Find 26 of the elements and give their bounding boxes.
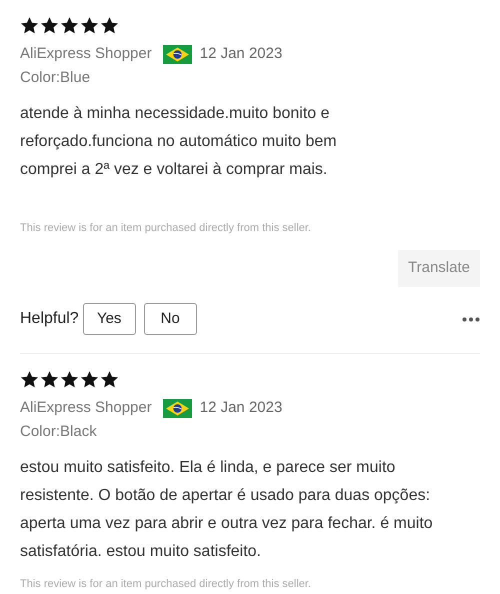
star-icon [80,370,99,389]
review-date: 12 Jan 2023 [200,44,282,64]
product-variant: Color:Blue [20,68,90,88]
review-text: estou muito satisfeito. Ela é linda, e parece ser muito resistente. O botão de apertar é usado para duas opções: aperta uma vez para abrir e outra vez para fechar. é muito satisfatória. estou muito satisfeito. [20,458,433,562]
star-icon [40,370,59,389]
flag-icon [162,398,192,418]
flag-icon [162,44,192,64]
vote-button[interactable]: Yes [82,303,136,335]
star-icon [20,16,39,35]
review-date: 12 Jan 2023 [200,398,282,418]
purchase-note: This review is for an item purchased directly from this seller. [20,576,311,592]
author-name: AliExpress Shopper [20,398,152,418]
author-name: AliExpress Shopper [20,44,152,64]
star-icon [80,16,99,35]
review-text: atende à minha necessidade.muito bonito e reforçado.funciona no automático muito bem comprei a 2ª vez e voltarei à comprar mais. [20,104,337,180]
star-icon [40,16,59,35]
star-icon [100,370,119,389]
purchase-note: This review is for an item purchased directly from this seller. [20,220,311,236]
star-icon [60,370,79,389]
star-icon [100,16,119,35]
star-icon [60,16,79,35]
more-icon[interactable] [462,316,480,322]
product-variant: Color:Black [20,422,97,442]
vote-button[interactable]: No [144,303,197,335]
star-icon [20,370,39,389]
helpful-label: Helpful? [20,309,79,329]
